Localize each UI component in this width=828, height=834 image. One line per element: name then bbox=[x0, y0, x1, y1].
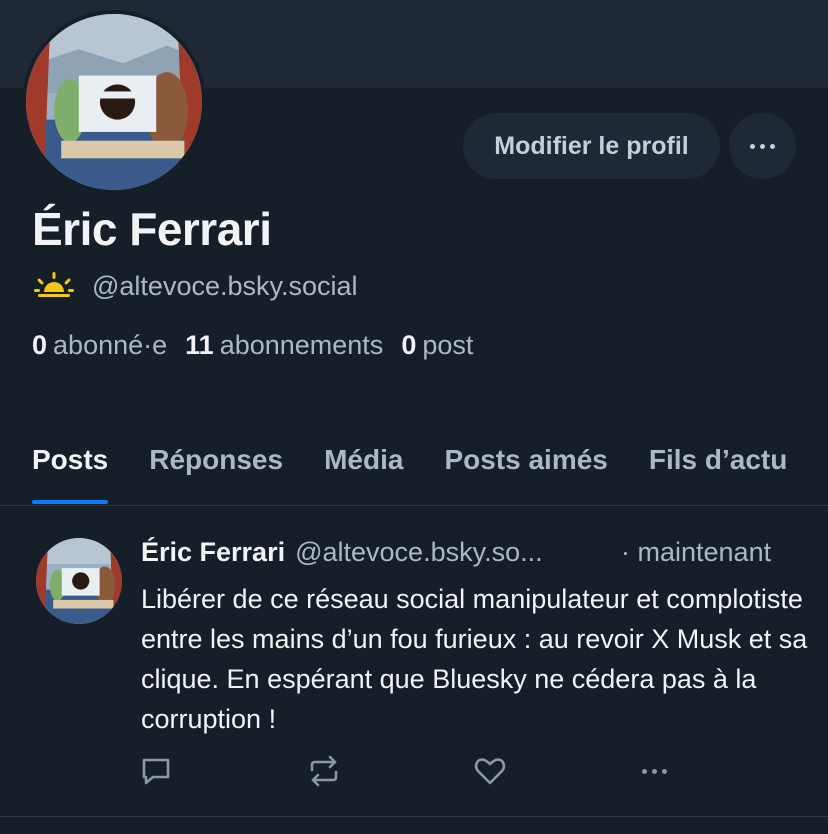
display-name: Éric Ferrari bbox=[32, 203, 272, 255]
followers-stat[interactable]: 0 abonné·e bbox=[32, 330, 167, 361]
comment-icon bbox=[142, 758, 170, 785]
repost-button[interactable] bbox=[306, 751, 342, 791]
posts-stat: 0 post bbox=[401, 330, 473, 361]
post-actions bbox=[0, 751, 828, 791]
profile-more-button[interactable] bbox=[729, 113, 796, 179]
heart-icon bbox=[474, 758, 506, 785]
followers-label: abonné·e bbox=[53, 330, 168, 360]
handle-row: @altevoce.bsky.social bbox=[34, 270, 358, 303]
post-text: Libérer de ce réseau social manipulateur… bbox=[141, 584, 808, 734]
post-more-button[interactable] bbox=[642, 751, 667, 791]
avatar-image bbox=[36, 538, 122, 624]
followers-count: 0 bbox=[32, 330, 48, 360]
reply-button[interactable] bbox=[139, 751, 173, 791]
tab-feeds[interactable]: Fils d’actu bbox=[649, 440, 787, 505]
profile-tabs: Posts Réponses Média Posts aimés Fils d’… bbox=[0, 440, 828, 506]
tab-posts[interactable]: Posts bbox=[32, 440, 109, 505]
post-timestamp: · maintenant bbox=[621, 537, 772, 567]
like-button[interactable] bbox=[473, 751, 507, 791]
ellipsis-icon bbox=[642, 768, 667, 774]
following-stat[interactable]: 11 abonnements bbox=[185, 330, 383, 361]
repost-icon bbox=[310, 755, 338, 787]
posts-label: post bbox=[422, 330, 474, 360]
posts-count: 0 bbox=[401, 330, 417, 360]
avatar-image bbox=[26, 14, 202, 190]
tab-likes[interactable]: Posts aimés bbox=[444, 440, 607, 505]
post-author-name[interactable]: Éric Ferrari bbox=[141, 537, 285, 568]
following-count: 11 bbox=[185, 330, 214, 360]
sunrise-icon bbox=[34, 270, 74, 303]
post-item[interactable]: Éric Ferrari @altevoce.bsky.so... · main… bbox=[0, 507, 828, 817]
edit-profile-button[interactable]: Modifier le profil bbox=[463, 113, 720, 179]
tab-replies[interactable]: Réponses bbox=[149, 440, 283, 505]
tab-media[interactable]: Média bbox=[324, 440, 403, 505]
profile-avatar[interactable] bbox=[22, 10, 206, 194]
post-avatar[interactable] bbox=[36, 538, 122, 624]
ellipsis-icon bbox=[750, 143, 775, 149]
post-header: Éric Ferrari @altevoce.bsky.so... · main… bbox=[141, 537, 801, 568]
post-author-handle[interactable]: @altevoce.bsky.so... bbox=[295, 537, 543, 568]
following-label: abonnements bbox=[219, 330, 384, 360]
profile-stats: 0 abonné·e 11 abonnements 0 post bbox=[32, 330, 473, 361]
profile-handle: @altevoce.bsky.social bbox=[92, 271, 358, 301]
